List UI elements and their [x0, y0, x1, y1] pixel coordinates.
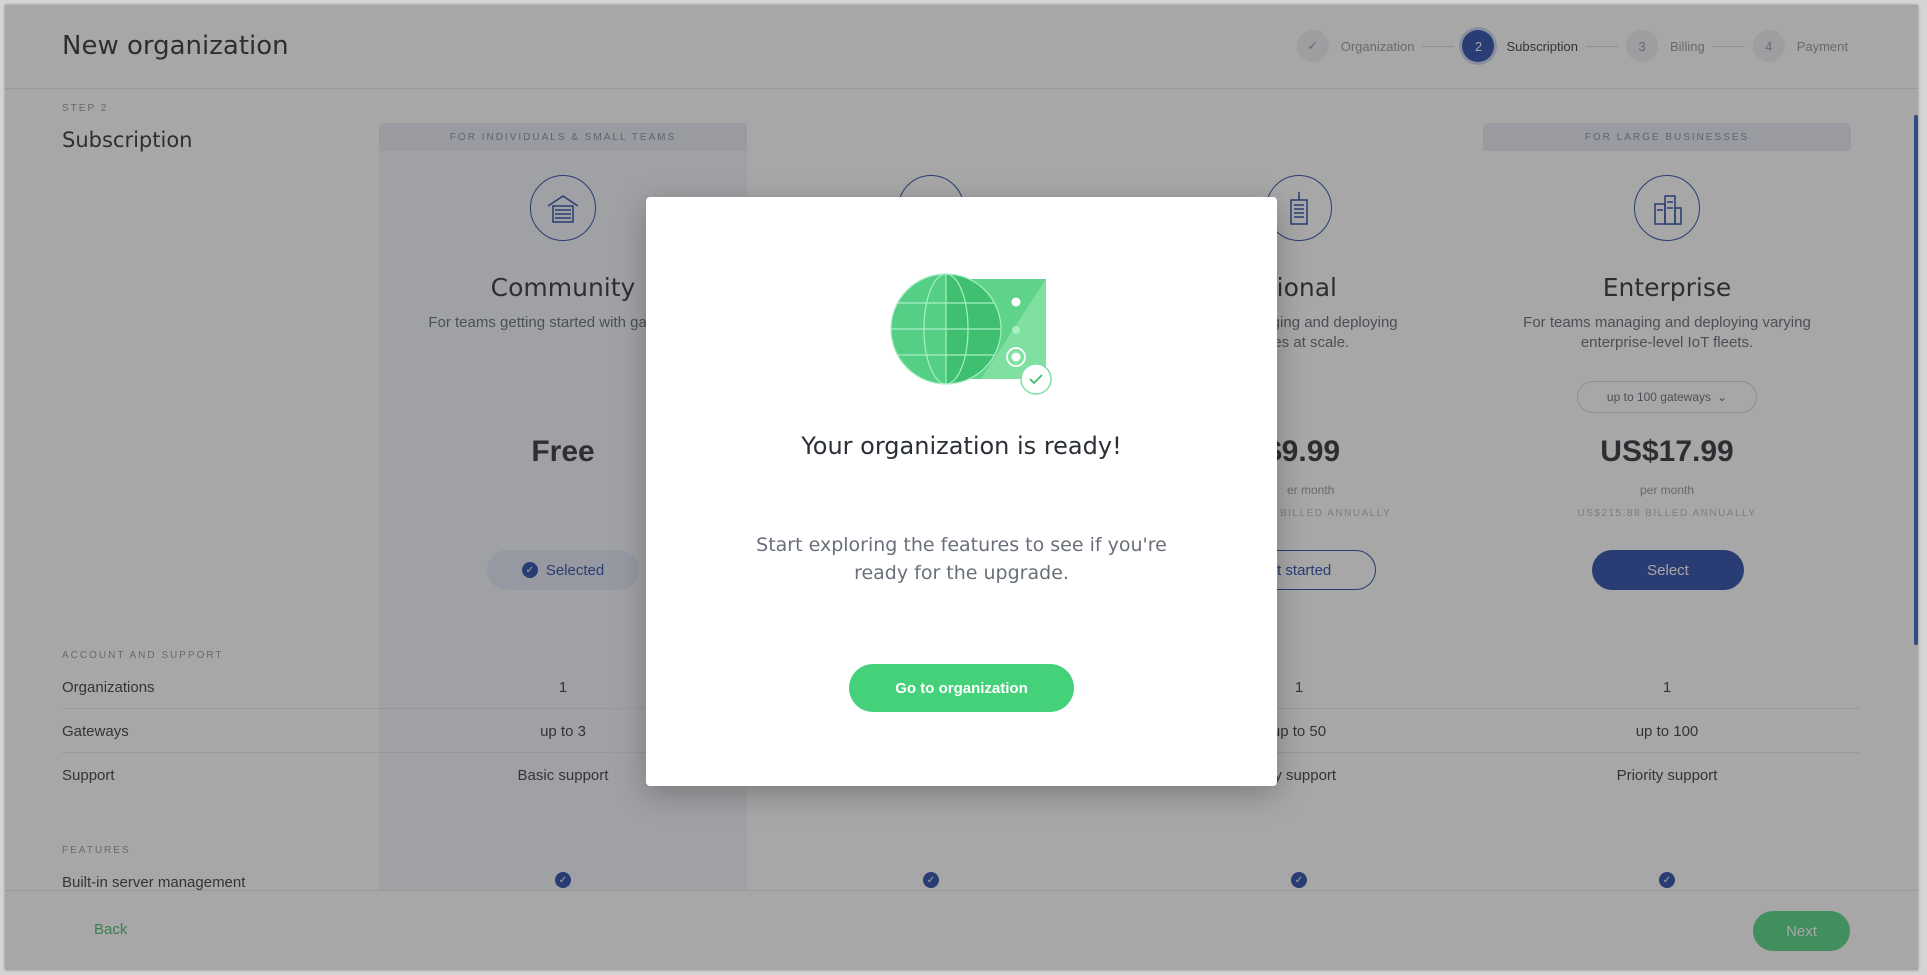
success-modal: Your organization is ready! Start explor…: [646, 197, 1277, 786]
modal-body: Start exploring the features to see if y…: [756, 534, 1167, 584]
globe-illustration-icon: [876, 267, 1056, 397]
go-to-organization-button[interactable]: Go to organization: [849, 664, 1074, 712]
app-window: New organization ✓ Organization 2 Subscr…: [5, 5, 1918, 970]
modal-title: Your organization is ready!: [801, 432, 1122, 460]
